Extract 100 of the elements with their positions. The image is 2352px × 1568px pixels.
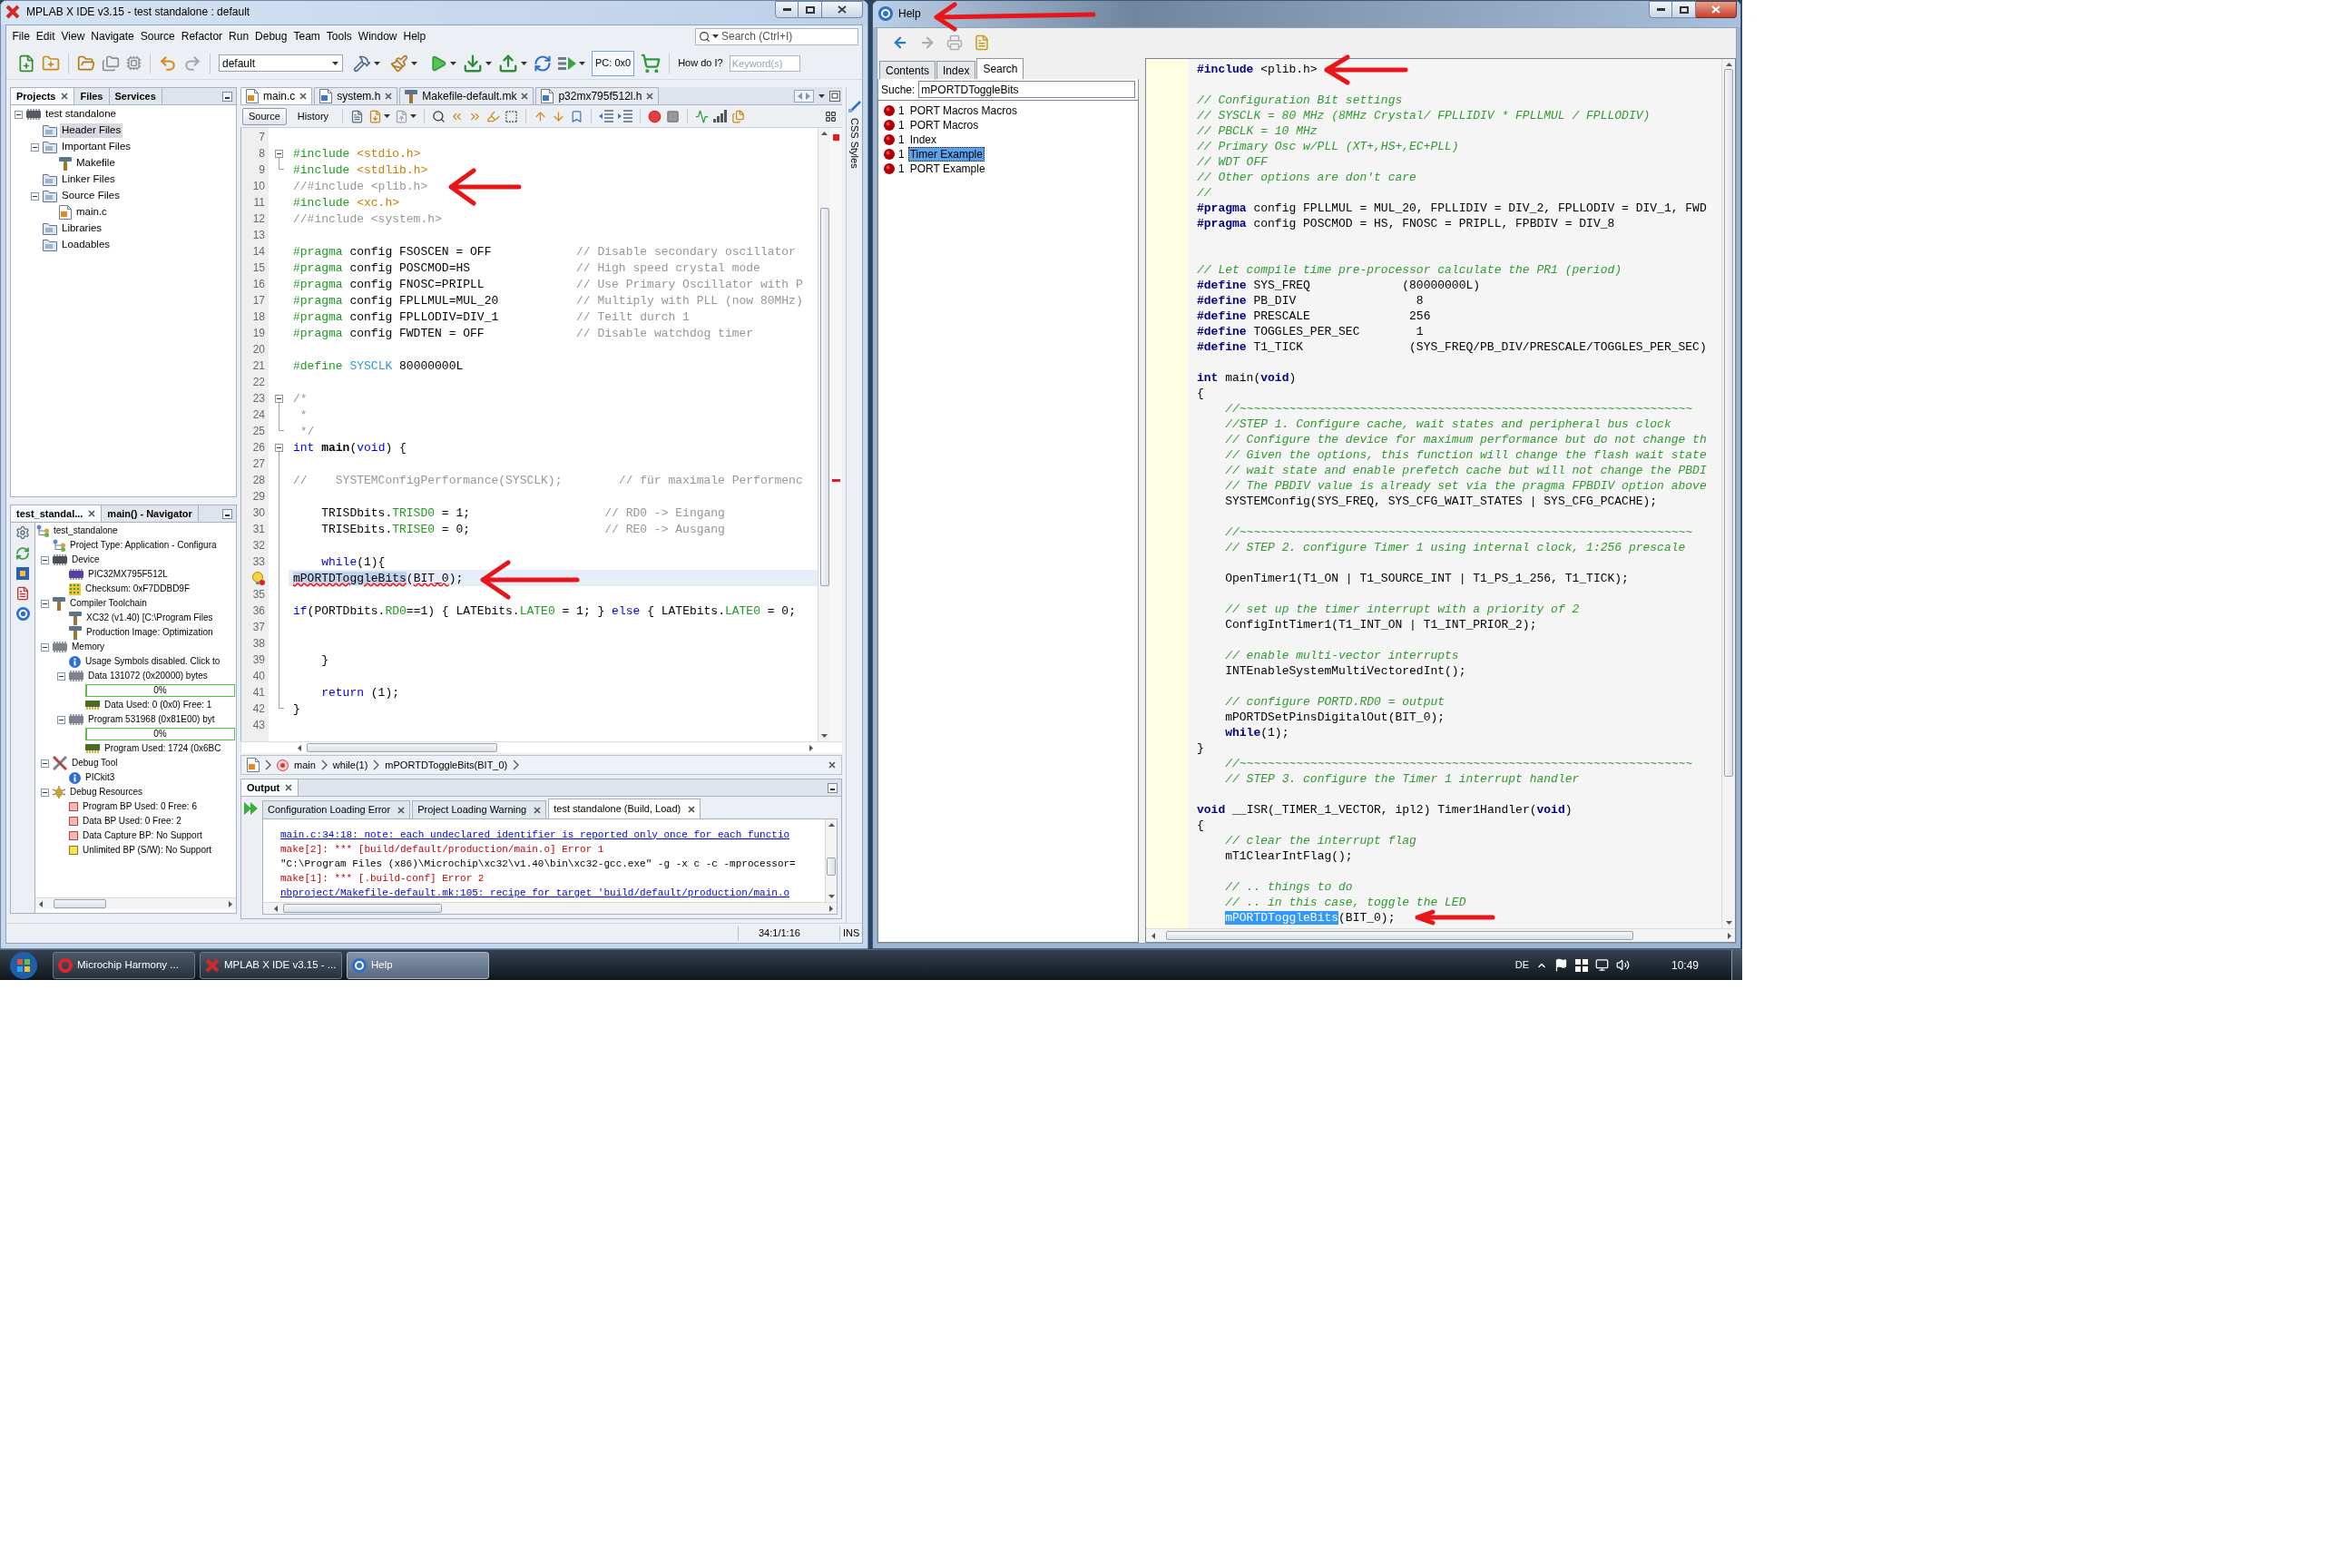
tree-item[interactable]: Device bbox=[70, 554, 102, 566]
scroll-down-icon[interactable] bbox=[821, 734, 828, 738]
minimize-icon[interactable] bbox=[828, 782, 838, 793]
scroll-right-icon[interactable] bbox=[1728, 932, 1731, 939]
minus-box-icon[interactable] bbox=[41, 788, 49, 797]
restore-icon[interactable] bbox=[829, 90, 840, 102]
view-tab[interactable]: History bbox=[290, 107, 336, 125]
minus-box-icon[interactable] bbox=[31, 191, 39, 201]
close-icon[interactable] bbox=[828, 761, 836, 769]
close-icon[interactable] bbox=[385, 93, 393, 100]
minimize-icon[interactable] bbox=[222, 91, 232, 102]
scroll-thumb[interactable] bbox=[1724, 69, 1733, 777]
fold-icon[interactable] bbox=[274, 395, 283, 403]
menu-item[interactable]: Debug bbox=[251, 31, 290, 42]
scroll-up-icon[interactable] bbox=[821, 132, 828, 135]
editor-tab[interactable]: system.h bbox=[314, 87, 398, 104]
caret-icon[interactable] bbox=[579, 61, 585, 65]
pulse-icon[interactable] bbox=[695, 109, 710, 123]
tree-item[interactable]: Program BP Used: 0 Free: 6 bbox=[81, 800, 199, 813]
hammer-icon[interactable] bbox=[353, 54, 371, 73]
tree-item[interactable]: Compiler Toolchain bbox=[68, 597, 149, 610]
scroll-thumb[interactable] bbox=[283, 904, 442, 913]
menu-item[interactable]: Edit bbox=[33, 31, 59, 42]
tree-item[interactable]: Program Used: 1724 (0x6BC bbox=[103, 742, 223, 755]
scroll-left-icon[interactable] bbox=[1152, 932, 1155, 939]
bars-icon[interactable] bbox=[713, 110, 728, 122]
clock[interactable]: 10:49 bbox=[1671, 956, 1699, 974]
menu-item[interactable]: Help bbox=[400, 31, 429, 42]
menu-item[interactable]: Team bbox=[290, 31, 324, 42]
search-field[interactable]: Search (Ctrl+I) bbox=[695, 27, 858, 45]
tree-item[interactable]: Unlimited BP (S/W): No Support bbox=[81, 844, 214, 857]
scroll-left-icon[interactable] bbox=[298, 744, 301, 751]
file-icon[interactable] bbox=[350, 109, 365, 123]
side-panel-tab[interactable]: CSS Styles bbox=[849, 118, 859, 169]
scroll-down-icon[interactable] bbox=[828, 895, 835, 898]
tree-item[interactable]: Debug Tool bbox=[70, 757, 120, 769]
tree-item[interactable]: main.c bbox=[74, 205, 109, 220]
scroll-left-icon[interactable] bbox=[39, 900, 43, 907]
close-button[interactable] bbox=[1696, 1, 1737, 18]
bars-play-icon[interactable] bbox=[558, 54, 576, 72]
target-icon[interactable] bbox=[15, 607, 30, 621]
scroll-right-icon[interactable] bbox=[229, 900, 232, 907]
indent-left-icon[interactable] bbox=[599, 110, 614, 122]
tree-item[interactable]: Checksum: 0xF7DDBD9F bbox=[83, 583, 192, 595]
scroll-thumb[interactable] bbox=[819, 208, 829, 586]
help-tab[interactable]: Search bbox=[976, 58, 1024, 79]
tree-item[interactable]: Production Image: Optimization bbox=[84, 626, 215, 639]
editor-tab[interactable]: p32mx795f512l.h bbox=[535, 87, 660, 104]
menu-item[interactable]: Run bbox=[225, 31, 252, 42]
scrollbar[interactable] bbox=[263, 902, 837, 914]
result-item[interactable]: Timer Example bbox=[907, 147, 985, 162]
tree-item[interactable]: Loadables bbox=[60, 238, 113, 252]
file-icon[interactable] bbox=[15, 586, 30, 601]
output-link[interactable]: main.c:34:18: note: each undeclared identifier is reported only once for each functio bbox=[280, 829, 790, 840]
tree-item[interactable]: Program 531968 (0x81E00) byt bbox=[86, 713, 217, 726]
menu-item[interactable]: View bbox=[58, 31, 88, 42]
tree-item[interactable]: Header Files bbox=[60, 123, 123, 138]
minus-box-icon[interactable] bbox=[41, 555, 49, 564]
scrollbar[interactable] bbox=[1721, 59, 1735, 928]
indent-right-icon[interactable] bbox=[618, 110, 633, 122]
panel-tab[interactable]: test_standal... bbox=[11, 505, 103, 522]
chip-icon[interactable] bbox=[126, 55, 142, 71]
close-icon[interactable] bbox=[397, 806, 406, 814]
scroll-left-icon[interactable] bbox=[274, 905, 278, 912]
panel-tab[interactable]: Projects bbox=[11, 88, 75, 104]
new-file-icon[interactable] bbox=[17, 54, 35, 73]
minus-box-icon[interactable] bbox=[41, 599, 49, 608]
caret-icon[interactable] bbox=[450, 61, 456, 65]
tree-item[interactable]: PICkit3 bbox=[83, 771, 117, 784]
new-folder-icon[interactable] bbox=[42, 54, 60, 73]
result-item[interactable]: PORT Example bbox=[907, 162, 987, 176]
tree-item[interactable]: Data Capture BP: No Support bbox=[81, 829, 204, 842]
fold-icon[interactable] bbox=[274, 444, 283, 452]
volume-icon[interactable] bbox=[1615, 958, 1630, 972]
help-tab[interactable]: Contents bbox=[879, 61, 936, 79]
caret-icon[interactable] bbox=[374, 61, 380, 65]
caret-icon[interactable] bbox=[410, 114, 417, 118]
scrollbar[interactable] bbox=[825, 819, 837, 902]
result-item[interactable]: PORT Macros Macros bbox=[907, 103, 1019, 118]
tree-item[interactable]: Data BP Used: 0 Free: 2 bbox=[81, 815, 183, 828]
four-squares-icon[interactable] bbox=[1574, 958, 1588, 972]
editor-tab[interactable]: Makefile-default.mk bbox=[399, 87, 534, 104]
menu-item[interactable]: Refactor bbox=[178, 31, 226, 42]
result-item[interactable]: Index bbox=[907, 132, 939, 147]
tree-item[interactable]: Usage Symbols disabled. Click to bbox=[83, 655, 222, 668]
scrollbar[interactable] bbox=[35, 897, 236, 909]
search-field[interactable]: mPORTDToggleBits bbox=[918, 81, 1135, 98]
caret-icon[interactable] bbox=[332, 61, 338, 65]
close-icon[interactable] bbox=[534, 806, 542, 814]
caret-icon[interactable] bbox=[411, 61, 417, 65]
result-item[interactable]: PORT Macros bbox=[907, 118, 981, 132]
upload-icon[interactable] bbox=[498, 53, 518, 74]
menu-item[interactable]: Tools bbox=[323, 31, 356, 42]
tree-item[interactable]: Data 131072 (0x20000) bytes bbox=[86, 670, 210, 682]
log-tab[interactable]: Configuration Loading Error bbox=[262, 800, 411, 818]
tree-item[interactable]: test standalone bbox=[44, 107, 118, 122]
record-icon[interactable] bbox=[648, 109, 662, 123]
minus-box-icon[interactable] bbox=[31, 142, 39, 152]
fold-icon[interactable] bbox=[274, 150, 283, 158]
scrollbar[interactable] bbox=[1146, 928, 1735, 942]
